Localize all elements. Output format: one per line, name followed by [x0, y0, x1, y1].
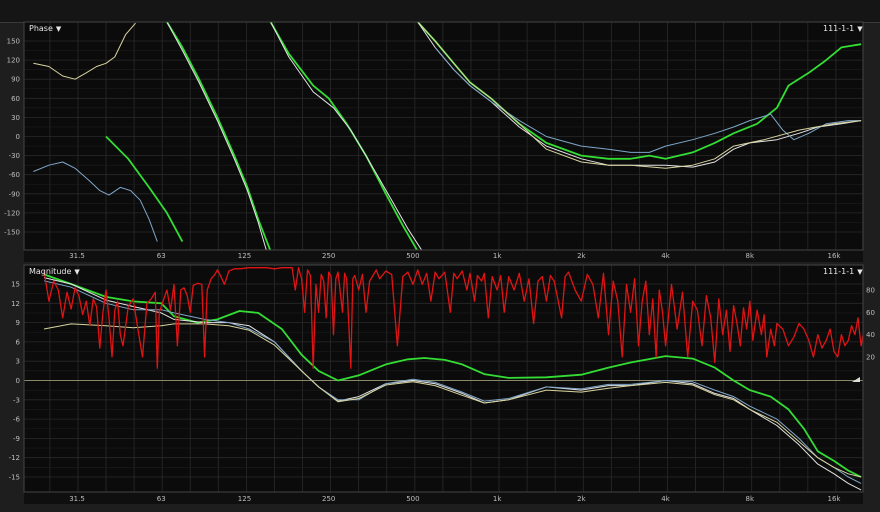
phase-y-tick-label: -60: [9, 171, 20, 179]
phase-panel: 150 120 90 60 30 0 -30 -60 -90 -120 -150 31.5 63 125 2…: [4, 21, 864, 262]
magnitude-x-tick-label: 1k: [493, 495, 502, 503]
magnitude-y-tick-label: -6: [13, 416, 21, 424]
magnitude-x-tick-label: 2k: [577, 495, 586, 503]
phase-plot-area: [24, 22, 863, 250]
phase-menu-button[interactable]: Phase ▼: [29, 24, 61, 33]
phase-y-tick-label: 150: [7, 38, 20, 46]
phase-y-tick-label: 30: [11, 114, 20, 122]
magnitude-y2-tick-label: 80: [866, 287, 875, 295]
phase-preset-label: 111-1-1: [823, 24, 855, 33]
magnitude-y-tick-label: -12: [9, 454, 20, 462]
phase-y-tick-label: -30: [9, 152, 20, 160]
magnitude-x-tick-label: 250: [322, 495, 335, 503]
phase-y-tick-label: -120: [4, 209, 20, 217]
chevron-down-icon: ▼: [857, 25, 863, 33]
phase-x-tick-label: 125: [238, 252, 251, 260]
phase-y-tick-label: 120: [7, 57, 20, 65]
magnitude-y-tick-label: 9: [16, 319, 20, 327]
magnitude-y-tick-label: 6: [16, 338, 21, 346]
magnitude-y-tick-label: -3: [13, 396, 20, 404]
phase-x-tick-label: 250: [322, 252, 335, 260]
magnitude-y-tick-label: 3: [16, 358, 20, 366]
phase-x-tick-label: 8k: [746, 252, 755, 260]
analyzer-window: 150 120 90 60 30 0 -30 -60 -90 -120 -150 31.5 63 125 2…: [0, 0, 880, 512]
magnitude-y2-tick-label: 20: [866, 354, 875, 362]
phase-y-tick-label: -90: [9, 190, 20, 198]
phase-y-tick-label: -150: [4, 229, 20, 237]
magnitude-x-tick-label: 500: [406, 495, 419, 503]
magnitude-y-tick-label: 15: [11, 281, 20, 289]
phase-x-tick-label: 1k: [493, 252, 502, 260]
magnitude-preset-label: 111-1-1: [823, 267, 855, 276]
phase-preset-button[interactable]: 111-1-1 ▼: [823, 24, 863, 33]
chevron-down-icon: ▼: [74, 268, 80, 276]
magnitude-x-tick-label: 31.5: [69, 495, 85, 503]
magnitude-x-tick-label: 16k: [828, 495, 842, 503]
phase-x-tick-label: 31.5: [69, 252, 85, 260]
magnitude-x-tick-label: 63: [157, 495, 166, 503]
magnitude-y-tick-label: -15: [9, 474, 20, 482]
magnitude-x-tick-label: 8k: [746, 495, 755, 503]
magnitude-y2-tick-label: 60: [866, 309, 875, 317]
phase-x-tick-label: 4k: [661, 252, 670, 260]
phase-menu-label: Phase: [29, 24, 53, 33]
magnitude-y-tick-label: 0: [16, 377, 20, 385]
phase-x-tick-label: 500: [406, 252, 419, 260]
chevron-down-icon: ▼: [857, 268, 863, 276]
magnitude-menu-label: Magnitude: [29, 267, 72, 276]
phase-x-tick-label: 16k: [828, 252, 842, 260]
phase-x-tick-label: 2k: [577, 252, 586, 260]
phase-y-tick-label: 90: [11, 76, 20, 84]
phase-x-tick-label: 63: [157, 252, 166, 260]
magnitude-menu-button[interactable]: Magnitude ▼: [29, 267, 80, 276]
magnitude-preset-button[interactable]: 111-1-1 ▼: [823, 267, 863, 276]
magnitude-x-tick-label: 4k: [661, 495, 670, 503]
magnitude-y-tick-label: -9: [13, 435, 20, 443]
phase-y-tick-label: 60: [11, 95, 20, 103]
magnitude-x-axis-strip: [24, 492, 863, 504]
phase-y-tick-label: 0: [16, 133, 20, 141]
analyzer-chart: 1501209060300-30-60-90-120-15031.5 63 125 2…: [4, 21, 875, 504]
magnitude-y-tick-label: 12: [11, 300, 20, 308]
magnitude-y2-tick-label: 40: [866, 331, 875, 339]
magnitude-x-tick-label: 125: [238, 495, 251, 503]
chevron-down-icon: ▼: [55, 25, 62, 33]
phase-x-axis-strip: [24, 250, 863, 262]
magnitude-panel: 15129630-3-6-9-12-158060402031.5 63 125 250…: [9, 264, 875, 504]
